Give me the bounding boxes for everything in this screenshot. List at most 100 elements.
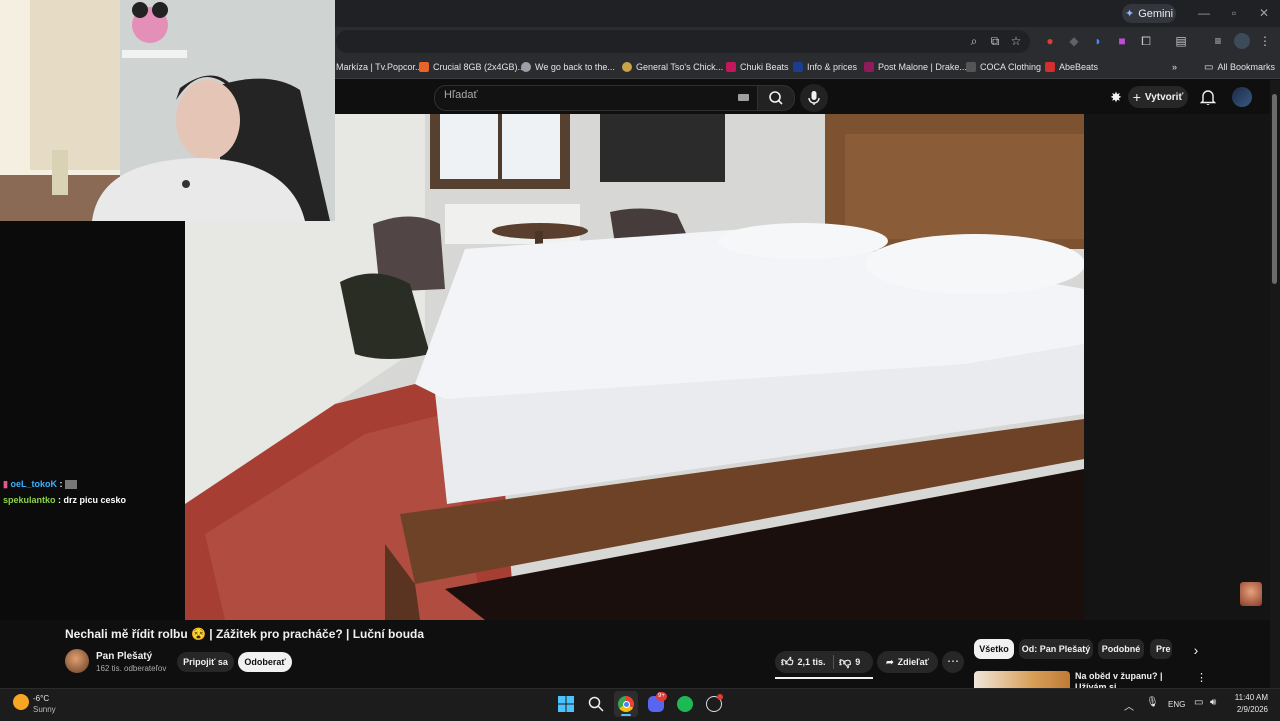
- search-button[interactable]: [757, 85, 795, 111]
- bookmarks-overflow-icon[interactable]: »: [1172, 58, 1177, 76]
- chip-related[interactable]: Podobné: [1098, 639, 1144, 659]
- extension-gray-icon[interactable]: ◆: [1066, 33, 1082, 49]
- notification-dot: [717, 694, 723, 700]
- create-label: Vytvoriť: [1144, 91, 1184, 103]
- dislike-button[interactable]: 👎︎ 9: [839, 651, 860, 673]
- bookmark-favicon-icon: [622, 62, 632, 72]
- bookmark-favicon-icon: [793, 62, 803, 72]
- emote-icon: [64, 480, 77, 490]
- recommended-menu-icon[interactable]: ⋮: [1196, 671, 1207, 685]
- channel-name[interactable]: Pan Plešatý: [96, 651, 152, 662]
- gemini-label: Gemini: [1138, 7, 1174, 20]
- subscribe-button[interactable]: Odoberať: [238, 652, 292, 672]
- minimize-icon[interactable]: —: [1194, 5, 1214, 21]
- bookmark-item[interactable]: We go back to the...: [521, 58, 615, 76]
- bookmark-favicon-icon: [864, 62, 874, 72]
- chat-badge-icon: ▮: [3, 479, 8, 489]
- windows-taskbar: [0, 688, 1280, 721]
- bookmark-favicon-icon: [966, 62, 976, 72]
- sparkle-icon[interactable]: ✸: [1108, 89, 1124, 105]
- taskbar-search-icon[interactable]: [588, 696, 604, 712]
- like-button[interactable]: 👍︎ 2,1 tis.: [781, 651, 826, 673]
- extension-blue-icon[interactable]: ◗: [1090, 33, 1106, 49]
- gemini-icon: ✦: [1124, 8, 1135, 20]
- reading-list-icon[interactable]: ≡: [1210, 33, 1226, 49]
- dislike-count: 9: [855, 657, 861, 667]
- volume-icon[interactable]: 🔊︎: [1210, 697, 1216, 708]
- gemini-button[interactable]: ✦ Gemini: [1122, 4, 1176, 23]
- all-bookmarks[interactable]: ▭ All Bookmarks: [1204, 58, 1275, 76]
- chip-recently[interactable]: Pre: [1150, 639, 1172, 659]
- microphone-tray-icon[interactable]: 🎙︎: [1146, 697, 1159, 708]
- maximize-icon[interactable]: ▫: [1224, 5, 1244, 21]
- microphone-icon: [808, 91, 820, 105]
- active-indicator: [621, 714, 631, 716]
- zoom-icon[interactable]: ⌕: [966, 33, 982, 49]
- notifications-bell-icon[interactable]: [1199, 88, 1217, 106]
- bookmark-favicon-icon: [521, 62, 531, 72]
- divider: [833, 655, 834, 669]
- spotify-icon[interactable]: [677, 696, 693, 712]
- chat-username: spekulantko: [3, 495, 56, 505]
- bookmark-favicon-icon: [726, 62, 736, 72]
- discord-badge: 9+: [656, 692, 667, 701]
- like-count: 2,1 tis.: [797, 657, 826, 667]
- more-actions-icon[interactable]: ⋯: [942, 651, 964, 673]
- thumbs-down-icon: 👎︎: [839, 654, 852, 669]
- scrollbar-thumb[interactable]: [1272, 94, 1277, 284]
- voice-search-button[interactable]: [800, 84, 828, 112]
- network-icon[interactable]: ▭: [1194, 697, 1203, 708]
- extension-purple-icon[interactable]: ■: [1114, 33, 1130, 49]
- close-icon[interactable]: ✕: [1254, 5, 1274, 21]
- extensions-puzzle-icon[interactable]: ⧠: [1138, 33, 1154, 49]
- chip-from-channel[interactable]: Od: Pan Plešatý: [1019, 639, 1093, 659]
- folder-icon: ▭: [1204, 61, 1214, 73]
- chat-username: oeL_tokoK: [10, 479, 57, 489]
- side-panel-icon[interactable]: ▤: [1173, 33, 1189, 49]
- extension-red-icon[interactable]: ●: [1042, 33, 1058, 49]
- share-button[interactable]: ➦ Zdieľať: [877, 651, 938, 673]
- thumbs-up-icon: 👍︎: [781, 654, 794, 669]
- share-icon: ➦: [886, 656, 894, 667]
- plus-icon: +: [1132, 89, 1141, 105]
- clock-time[interactable]: 11:40 AM: [1232, 693, 1268, 702]
- recommended-thumbnail[interactable]: [974, 671, 1070, 688]
- weather-temp[interactable]: -6°C: [33, 694, 49, 703]
- like-ratio-bar: [775, 677, 873, 679]
- search-box[interactable]: [434, 85, 759, 111]
- chip-all[interactable]: Všetko: [974, 639, 1014, 659]
- clock-date[interactable]: 2/9/2026: [1232, 705, 1268, 714]
- bookmark-favicon-icon: [1045, 62, 1055, 72]
- profile-avatar[interactable]: [1234, 33, 1250, 49]
- bookmark-item[interactable]: COCA Clothing: [966, 58, 1041, 76]
- account-avatar[interactable]: [1232, 87, 1252, 107]
- bookmark-favicon-icon: [419, 62, 429, 72]
- tray-overflow-icon[interactable]: ︿: [1124, 698, 1134, 713]
- join-button[interactable]: Pripojiť sa: [177, 652, 234, 672]
- address-bar[interactable]: [336, 30, 1030, 53]
- weather-condition[interactable]: Sunny: [33, 705, 56, 714]
- bookmark-item[interactable]: Crucial 8GB (2x4GB)...: [419, 58, 525, 76]
- like-dislike-group: 👍︎ 2,1 tis. 👎︎ 9: [775, 651, 873, 673]
- windows-start-icon[interactable]: [558, 696, 574, 712]
- cast-icon[interactable]: ⧉: [987, 33, 1003, 49]
- recommended-title[interactable]: Na oběd v županu? | Užívám si: [1075, 671, 1195, 688]
- bookmark-star-icon[interactable]: ☆: [1008, 33, 1024, 49]
- search-input[interactable]: Hľadať: [444, 89, 478, 101]
- bookmark-item[interactable]: General Tso's Chick...: [622, 58, 723, 76]
- chrome-menu-icon[interactable]: ⋮: [1257, 33, 1273, 49]
- chat-message: spekulantko : drz picu cesko: [3, 495, 127, 505]
- bookmark-item[interactable]: Chuki Beats: [726, 58, 789, 76]
- chevron-right-icon[interactable]: ›: [1188, 642, 1204, 658]
- language-indicator[interactable]: ENG: [1168, 700, 1185, 709]
- miniplayer-thumbnail[interactable]: [1240, 582, 1262, 606]
- bookmark-item[interactable]: Post Malone | Drake...: [864, 58, 967, 76]
- bookmark-item[interactable]: AbeBeats: [1045, 58, 1098, 76]
- keyboard-icon[interactable]: [738, 94, 749, 101]
- channel-avatar[interactable]: [65, 649, 89, 673]
- chat-text: drz picu cesko: [63, 495, 127, 505]
- bookmark-item[interactable]: Markíza | Tv.Popcor...: [336, 58, 423, 76]
- create-button[interactable]: + Vytvoriť: [1128, 86, 1188, 108]
- bookmark-item[interactable]: Info & prices: [793, 58, 857, 76]
- weather-sun-icon[interactable]: [13, 694, 29, 710]
